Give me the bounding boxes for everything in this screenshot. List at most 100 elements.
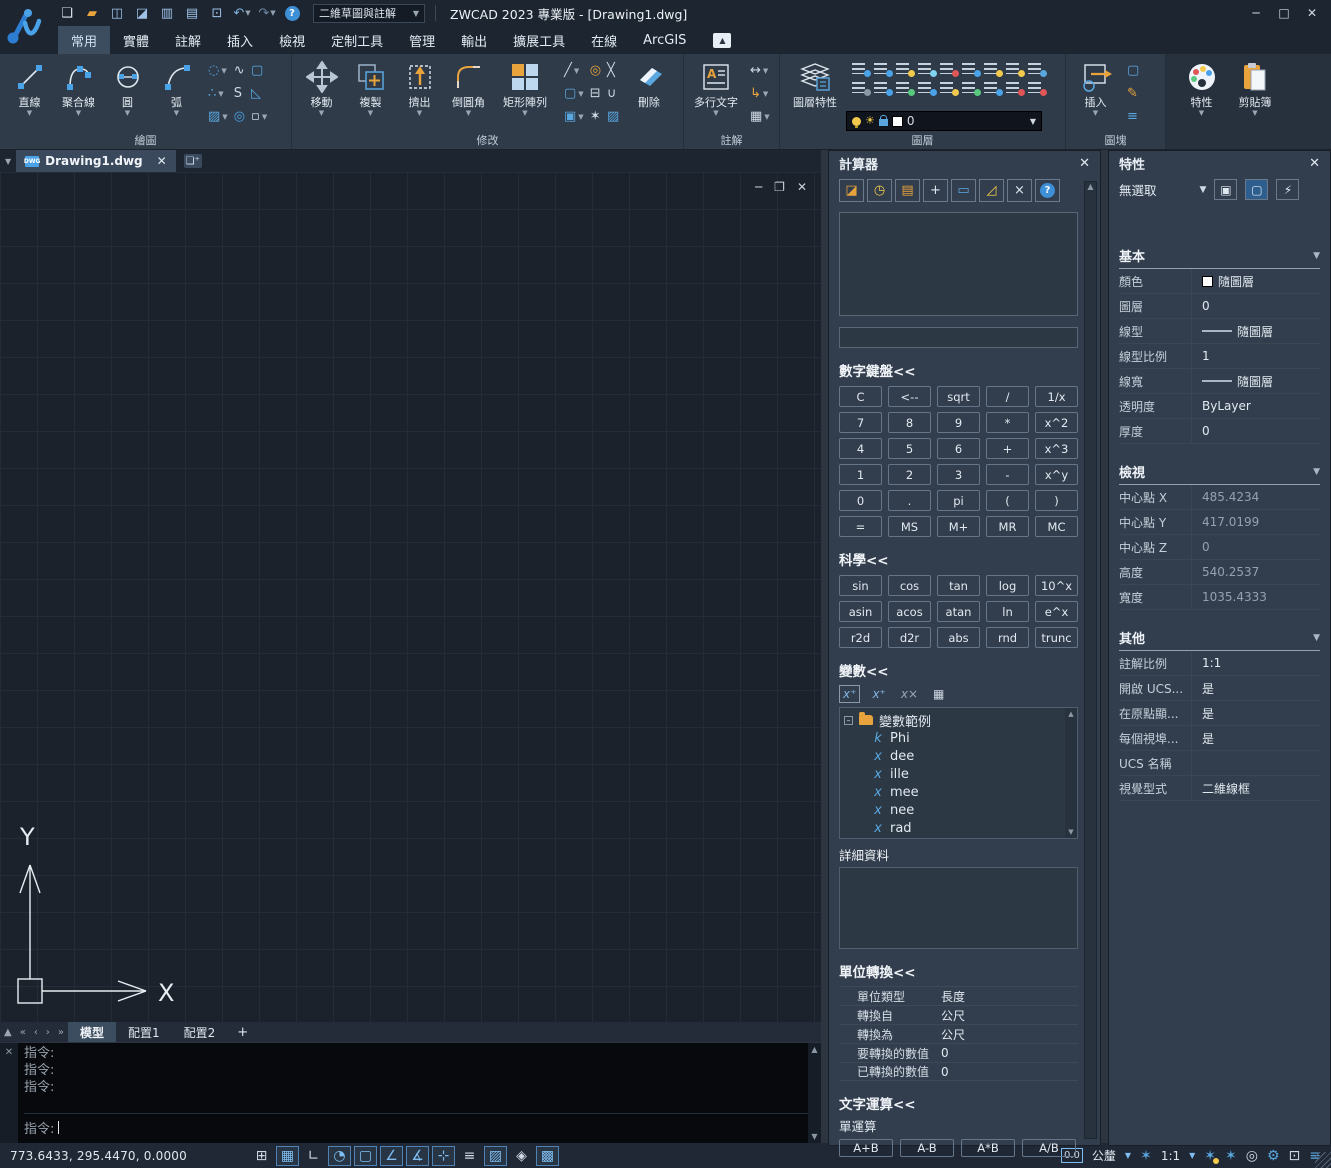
selection-filter[interactable]: 無選取 (1119, 180, 1157, 199)
property-value[interactable]: 1 (1191, 344, 1320, 368)
calc-key-*[interactable]: * (986, 412, 1029, 433)
calc-key-7[interactable]: 7 (839, 412, 882, 433)
calc-fn-log[interactable]: log (986, 575, 1029, 596)
section-header-其他[interactable]: 其他▼ (1119, 628, 1320, 651)
property-value[interactable]: 二維線框 (1191, 776, 1320, 800)
unit-row-value[interactable]: 長度 (941, 988, 965, 1005)
calc-fn-rnd[interactable]: rnd (986, 627, 1029, 648)
layer-match-icon[interactable] (894, 80, 915, 97)
calc-fn-sin[interactable]: sin (839, 575, 882, 596)
variable-item[interactable]: xvee (844, 837, 1063, 839)
calc-key-<--[interactable]: <-- (888, 386, 931, 407)
property-value[interactable]: 隨圖層 (1191, 269, 1320, 293)
unit-row-value[interactable]: 0 (941, 1046, 949, 1060)
property-value[interactable] (1191, 751, 1320, 775)
layer-bulb-icon[interactable] (894, 61, 915, 78)
lock-layer-icon[interactable] (938, 61, 959, 78)
command-scrollbar[interactable]: ▲ ▼ (808, 1043, 821, 1143)
calc-key-1/x[interactable]: 1/x (1035, 386, 1078, 407)
property-value[interactable]: 540.2537 (1191, 560, 1320, 584)
close-icon[interactable]: ✕ (1079, 156, 1090, 171)
maximize-button[interactable]: □ (1273, 4, 1295, 22)
save-button[interactable]: ◫ (108, 4, 126, 22)
save-as-button[interactable]: ◪ (133, 4, 151, 22)
command-prompt[interactable]: 指令: (24, 1113, 808, 1143)
dimension-icon[interactable]: ↔▼ (749, 60, 771, 82)
ribbon-tab-檢視[interactable]: 檢視 (266, 26, 318, 54)
line-button[interactable]: 直線 ▼ (6, 57, 53, 117)
keypad-section-label[interactable]: 數字鍵盤<< (839, 360, 1078, 380)
new-file-button[interactable]: ❏ (58, 4, 76, 22)
calc-fn-tan[interactable]: tan (937, 575, 980, 596)
erase-button[interactable]: 刪除 (625, 57, 672, 109)
rect-array-button[interactable]: 矩形陣列 ▼ (494, 57, 556, 117)
calc-key-pi[interactable]: pi (937, 490, 980, 511)
layout-tab-配置1[interactable]: 配置1 (116, 1022, 172, 1043)
settings-gear-icon[interactable]: ⚙ (1267, 1148, 1280, 1164)
property-value[interactable]: 0 (1191, 535, 1320, 559)
text-op-A+B[interactable]: A+B (839, 1139, 893, 1157)
layer-merge-icon[interactable] (982, 80, 1003, 97)
variable-item[interactable]: kPhi (844, 729, 1063, 747)
unlock-layer-icon[interactable] (960, 61, 981, 78)
calc-key-=[interactable]: = (839, 516, 882, 537)
calc-key-x^y[interactable]: x^y (1035, 464, 1078, 485)
variables-section-label[interactable]: 變數<< (839, 660, 1078, 680)
select-objects-icon[interactable]: ▢ (1245, 179, 1268, 200)
chevron-down-icon[interactable]: ▼ (1200, 185, 1207, 195)
variable-item[interactable]: xille (844, 765, 1063, 783)
hatch-edit-icon[interactable]: ▨ (606, 106, 620, 128)
block-editor-icon[interactable]: ≡ (1126, 106, 1140, 128)
variable-folder[interactable]: –變數範例 (844, 711, 1063, 729)
calculator-input[interactable] (839, 327, 1078, 348)
variable-item[interactable]: xmee (844, 783, 1063, 801)
freeze-layer-icon[interactable] (916, 61, 937, 78)
turn-all-layers-on-icon[interactable] (1004, 61, 1025, 78)
clipboard-button[interactable]: 剪貼簿 ▼ (1227, 57, 1283, 117)
edit-variable-icon[interactable]: x⁺ (869, 686, 888, 702)
fillet-button[interactable]: 倒圓角 ▼ (445, 57, 492, 117)
help-button[interactable]: ? (283, 4, 301, 22)
multiple-points-icon[interactable]: ∴▼ (207, 83, 229, 105)
help-icon[interactable]: ? (1035, 179, 1060, 202)
open-folder-button[interactable]: ▰ (83, 4, 101, 22)
calc-key-0[interactable]: 0 (839, 490, 882, 511)
layer-select[interactable]: ☀ 0 ▼ (846, 111, 1042, 131)
layer-walk-icon[interactable] (850, 80, 871, 97)
variable-item[interactable]: xdee (844, 747, 1063, 765)
layer-freeze-others-icon[interactable] (872, 80, 893, 97)
ribbon-tab-插入[interactable]: 插入 (214, 26, 266, 54)
variables-tree-scrollbar[interactable]: ▲▼ (1065, 708, 1077, 838)
calc-key-2[interactable]: 2 (888, 464, 931, 485)
section-header-基本[interactable]: 基本▼ (1119, 246, 1320, 269)
calc-key-M+[interactable]: M+ (937, 516, 980, 537)
calc-key-MR[interactable]: MR (986, 516, 1029, 537)
calc-key-1[interactable]: 1 (839, 464, 882, 485)
calc-fn-asin[interactable]: asin (839, 601, 882, 622)
change-to-current-layer-icon[interactable] (916, 80, 937, 97)
drawing-canvas[interactable]: ─ ❐ ✕ Y X (0, 172, 821, 1022)
property-value[interactable]: 隨圖層 (1191, 319, 1320, 343)
hatch-icon[interactable]: ▨▼ (207, 106, 229, 128)
new-variable-icon[interactable]: x⁺ (839, 685, 860, 703)
workspace-select[interactable]: 二維草圖與註解 ▼ (313, 4, 425, 23)
ribbon-tab-實體[interactable]: 實體 (110, 26, 162, 54)
annotation-scale-icon[interactable]: ✶ (1140, 1148, 1152, 1164)
expand-tabs-icon[interactable]: ▲ (0, 1027, 16, 1038)
calc-key-MC[interactable]: MC (1035, 516, 1078, 537)
calc-key-x^3[interactable]: x^3 (1035, 438, 1078, 459)
mtext-button[interactable]: A 多行文字 ▼ (690, 57, 742, 117)
text-op-A*B[interactable]: A*B (961, 1139, 1015, 1157)
scale-dropdown-icon[interactable]: ▼ (1189, 1151, 1195, 1160)
units-label[interactable]: 公釐 (1092, 1147, 1116, 1164)
delete-variable-icon[interactable]: x× (898, 686, 921, 702)
leader-icon[interactable]: ↳▼ (749, 83, 771, 105)
text-op-A/B[interactable]: A/B (1022, 1139, 1076, 1157)
table-icon[interactable]: ▦▼ (749, 106, 771, 128)
dynamic-input-icon[interactable]: ⊹ (432, 1146, 455, 1166)
calc-key-.[interactable]: . (888, 490, 931, 511)
helix-icon[interactable]: S (233, 83, 246, 105)
scroll-up-icon[interactable]: ▲ (1065, 710, 1077, 718)
ribbon-tab-定制工具[interactable]: 定制工具 (318, 26, 396, 54)
redo-button[interactable]: ↷▼ (258, 4, 276, 22)
